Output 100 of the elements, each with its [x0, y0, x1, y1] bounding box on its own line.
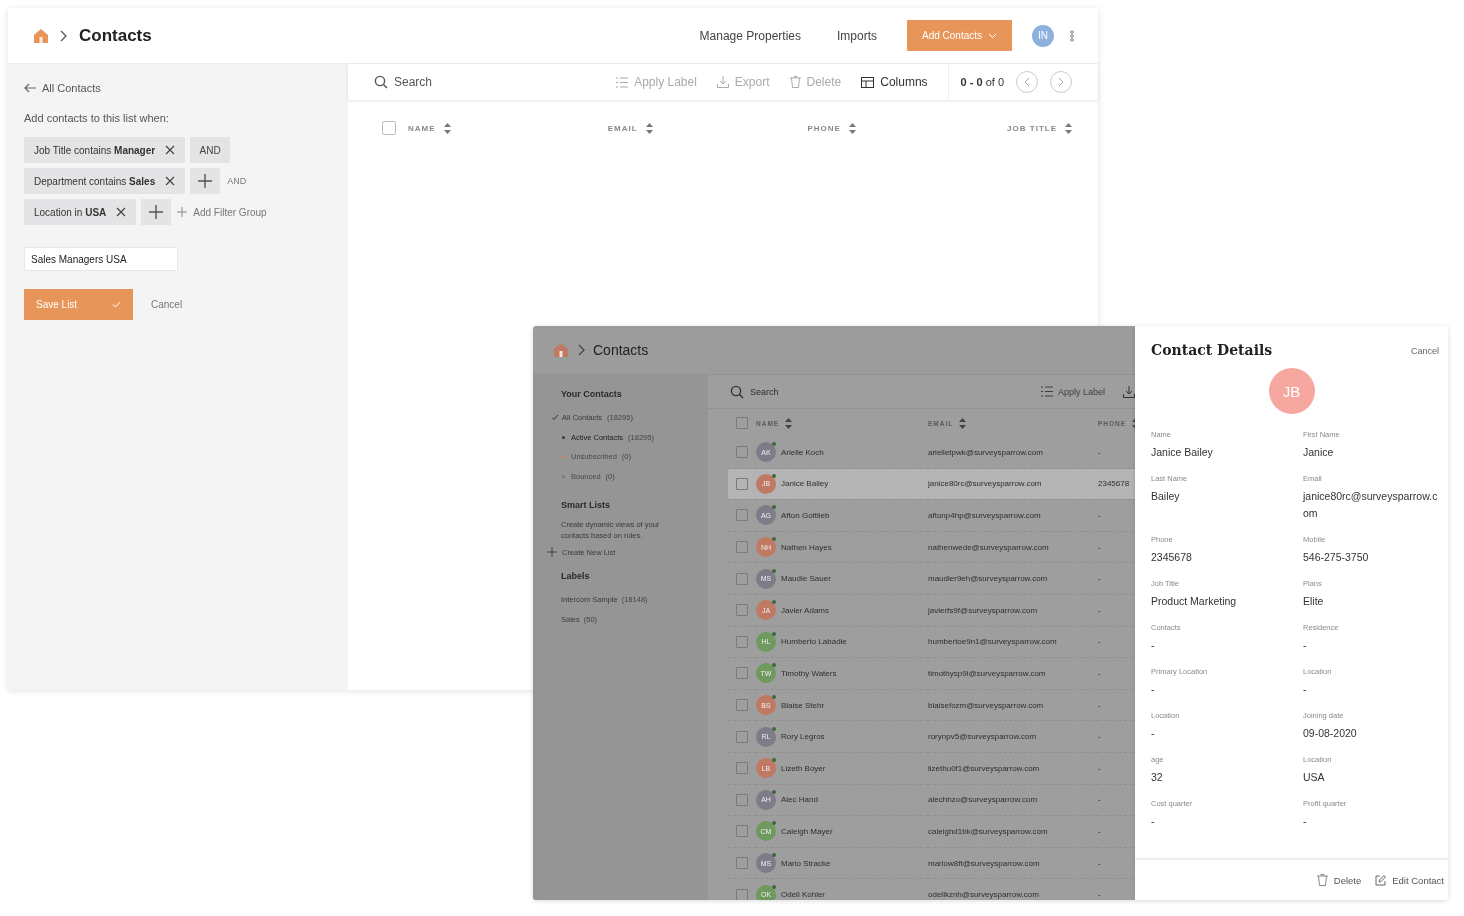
add-filter-group-link[interactable]: Add Filter Group — [177, 206, 267, 218]
table-cell: - — [1098, 447, 1101, 457]
sort-icon[interactable] — [645, 122, 653, 134]
table-cell: Arielle Koch — [781, 447, 824, 457]
column-header[interactable]: JOB TITLE — [1007, 123, 1057, 133]
checkbox[interactable] — [736, 572, 748, 585]
close-icon[interactable] — [116, 207, 127, 217]
plus-icon — [547, 547, 557, 557]
chevron-right-icon — [59, 29, 67, 42]
nav-link[interactable]: Manage Properties — [693, 27, 807, 44]
next-page-button[interactable] — [1050, 71, 1072, 93]
search-icon — [730, 384, 744, 399]
home-icon[interactable] — [33, 27, 49, 44]
field-value: janice80rc@surveysparrow.com — [1303, 489, 1439, 521]
table-cell: - — [1098, 511, 1101, 520]
trash-icon — [789, 76, 801, 88]
table-icon — [861, 76, 875, 88]
checkbox[interactable] — [736, 604, 748, 617]
add-button[interactable] — [190, 168, 221, 194]
table-cell: - — [1098, 858, 1101, 868]
field-value: - — [1303, 638, 1308, 653]
add-button[interactable] — [141, 199, 172, 225]
checkbox[interactable] — [736, 730, 748, 743]
pagination-range: 0 - 0 of 0 — [960, 76, 1004, 88]
field-value: 09-08-2020 — [1303, 726, 1358, 741]
table-cell: Nathen Hayes — [781, 542, 832, 552]
page-title: Contacts — [593, 342, 649, 358]
field-value: - — [1151, 682, 1156, 697]
filter-chip[interactable]: Location in USA — [24, 199, 137, 225]
section-title: Your Contacts — [561, 389, 623, 399]
sort-icon[interactable] — [785, 417, 793, 429]
delete-button[interactable]: Delete — [1316, 874, 1362, 886]
table-cell: - — [1098, 700, 1101, 710]
home-icon[interactable] — [553, 342, 569, 358]
checkbox[interactable] — [736, 793, 748, 806]
and-button[interactable]: AND — [190, 137, 231, 163]
checkbox[interactable] — [736, 857, 748, 869]
table-cell: janice80rc@surveysparrow.com — [928, 479, 1042, 489]
checkbox[interactable] — [736, 541, 748, 554]
sort-icon[interactable] — [959, 417, 967, 429]
checkbox[interactable] — [736, 888, 748, 900]
checkbox[interactable] — [736, 477, 748, 490]
search-icon — [374, 75, 388, 89]
checkbox[interactable] — [736, 509, 748, 522]
field-value: 32 — [1151, 770, 1164, 785]
table-cell: mariow8ft@surveysparrow.com — [928, 858, 1040, 868]
table-cell: lizethu0f1@surveysparrow.com — [928, 763, 1040, 773]
table-cell: - — [1098, 605, 1101, 615]
back-link[interactable]: All Contacts — [24, 82, 332, 94]
sort-icon[interactable] — [848, 122, 856, 134]
table-cell: maudier9eh@surveysparrow.com — [928, 574, 1048, 584]
table-cell: - — [1098, 795, 1101, 805]
column-header[interactable]: NAME — [408, 123, 436, 133]
table-cell: caleighd1bk@surveysparrow.com — [928, 826, 1048, 836]
previous-page-button[interactable] — [1016, 71, 1038, 93]
checkbox[interactable] — [382, 121, 396, 135]
checkbox[interactable] — [736, 699, 748, 712]
list-icon — [616, 76, 629, 88]
sort-icon[interactable] — [1065, 122, 1072, 134]
list-name-field[interactable]: Sales Managers USA — [24, 247, 178, 271]
search-field[interactable]: Search — [730, 384, 779, 399]
table-cell: nathenwede@surveysparrow.com — [928, 542, 1049, 552]
filter-chip[interactable]: Department contains Sales — [24, 168, 186, 194]
chevron-right-icon — [1058, 77, 1064, 87]
search-field[interactable]: Search — [374, 75, 433, 89]
close-icon[interactable] — [165, 176, 176, 186]
checkbox[interactable] — [736, 762, 748, 775]
checkbox[interactable] — [736, 417, 748, 429]
checkbox[interactable] — [736, 635, 748, 648]
list-icon — [1040, 386, 1053, 397]
checkbox[interactable] — [736, 446, 748, 459]
contact-avatar: JB — [1268, 368, 1315, 414]
toolbar-button[interactable]: Columns — [861, 75, 928, 89]
table-cell: aftonp4hp@surveysparrow.com — [928, 511, 1041, 520]
page-title: Contacts — [79, 25, 152, 46]
table-cell: 2345678 — [1098, 479, 1130, 489]
column-header[interactable]: EMAIL — [607, 123, 638, 133]
filter-chip[interactable]: Job Title contains Manager — [24, 137, 186, 163]
apply-label-button[interactable]: Apply Label — [1034, 385, 1111, 398]
edit-contact-button[interactable]: Edit Contact — [1375, 874, 1444, 886]
table-cell: humbertoe9n1@surveysparrow.com — [928, 637, 1057, 647]
nav-link[interactable]: Imports — [831, 27, 883, 44]
cancel-button[interactable]: Cancel — [145, 298, 189, 311]
field-value: 2345678 — [1151, 550, 1193, 565]
table-cell: - — [1098, 668, 1101, 678]
column-header[interactable]: PHONE — [807, 123, 841, 133]
sort-icon[interactable] — [443, 122, 451, 134]
and-label: AND — [227, 176, 247, 186]
table-cell: Mario Stracke — [781, 858, 831, 868]
chevron-left-icon — [1024, 77, 1030, 87]
checkbox[interactable] — [736, 667, 748, 680]
table-cell: - — [1098, 542, 1101, 552]
checkbox[interactable] — [736, 825, 748, 838]
table-cell: - — [1098, 826, 1101, 836]
table-cell: Timothy Waters — [781, 668, 837, 678]
kebab-menu-icon[interactable] — [1070, 29, 1074, 42]
close-icon[interactable] — [165, 145, 176, 155]
download-icon — [716, 76, 729, 88]
download-icon — [1123, 385, 1135, 398]
cancel-button[interactable]: Cancel — [1405, 345, 1445, 357]
